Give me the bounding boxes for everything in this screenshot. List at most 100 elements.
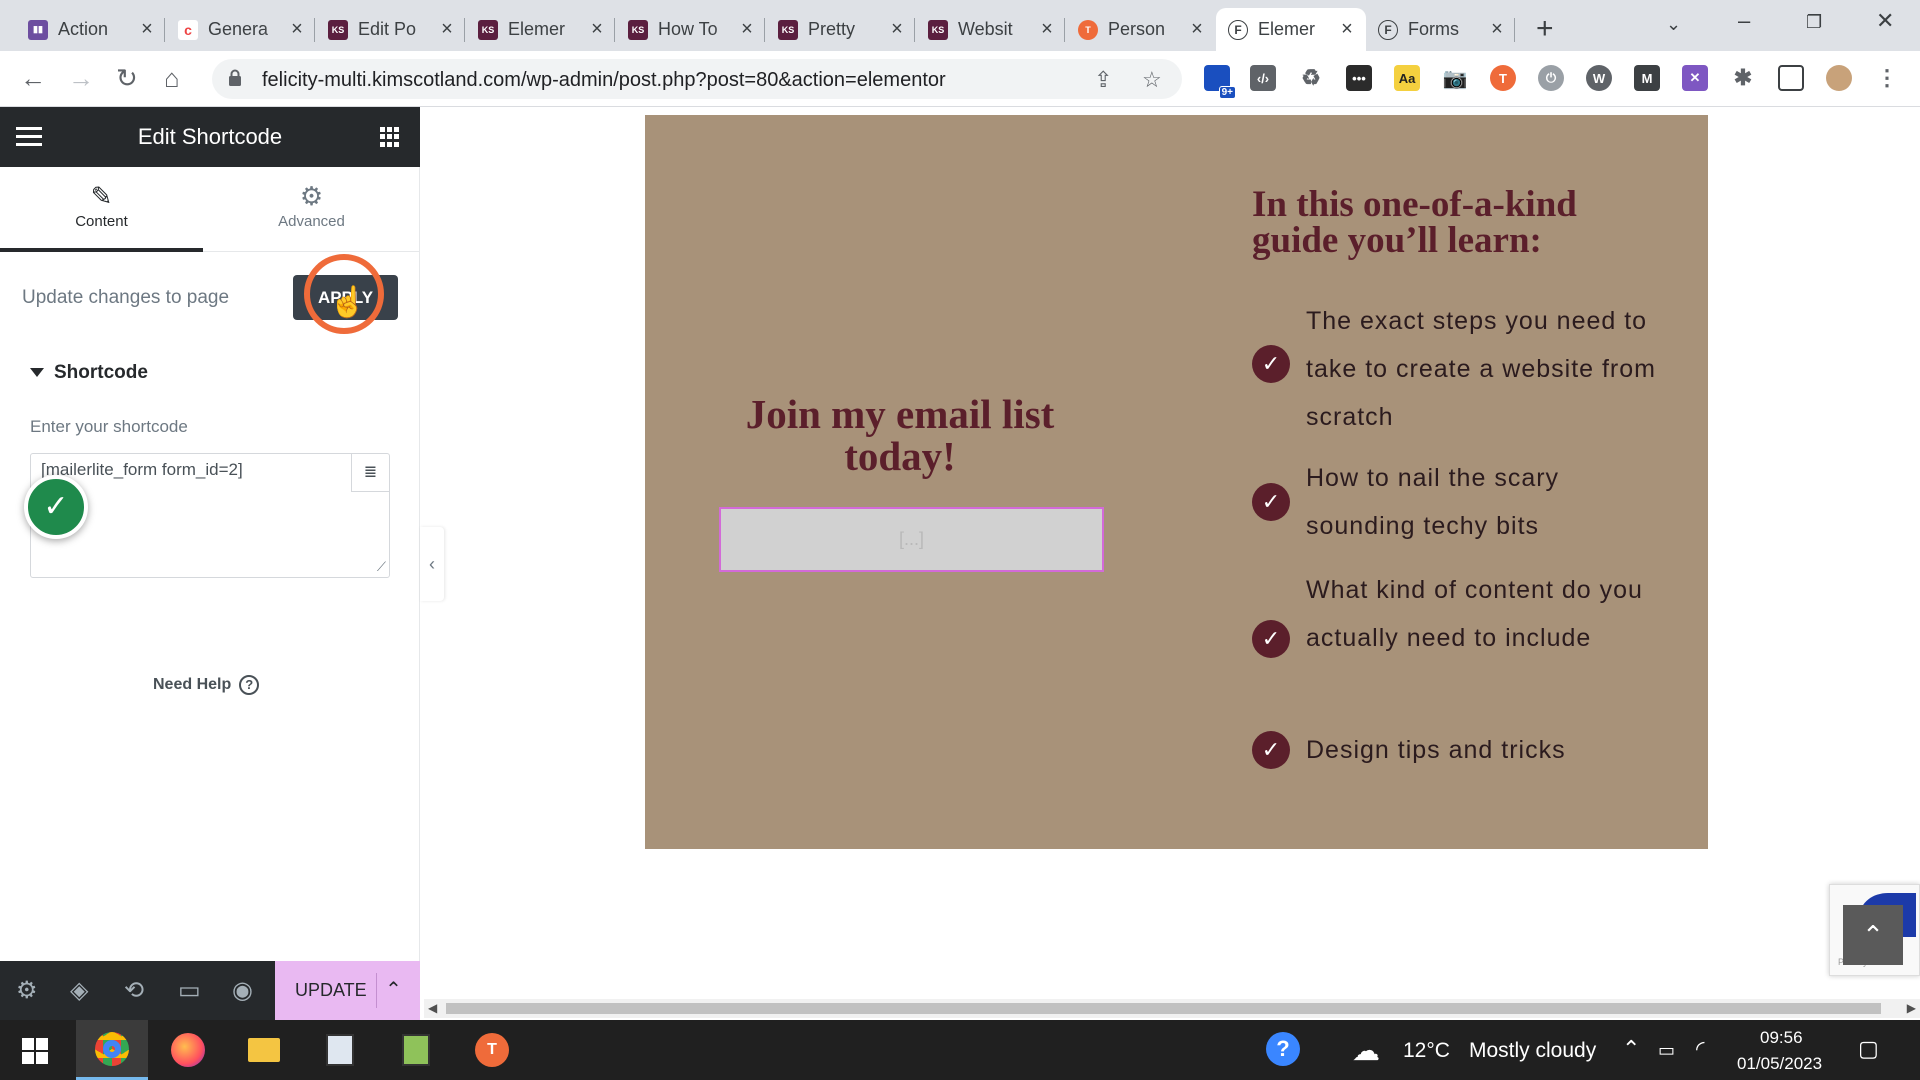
tab-content[interactable]: ✎ Content: [0, 167, 203, 252]
weather-temperature[interactable]: 12°C: [1403, 1039, 1450, 1063]
browser-tab[interactable]: KS How To ×: [616, 8, 766, 51]
wifi-icon[interactable]: ◜: [1696, 1036, 1705, 1062]
close-tab-icon[interactable]: ×: [438, 18, 456, 41]
learn-heading: In this one-of-a-kind guide you’ll learn…: [1252, 184, 1577, 261]
history-icon[interactable]: ⟲: [124, 976, 144, 1005]
browser-tab[interactable]: KS Pretty ×: [766, 8, 916, 51]
browser-tab[interactable]: c Genera ×: [166, 8, 316, 51]
url-text[interactable]: felicity-multi.kimscotland.com/wp-admin/…: [262, 69, 946, 92]
browser-menu-icon[interactable]: ⋮: [1874, 65, 1900, 91]
address-bar[interactable]: felicity-multi.kimscotland.com/wp-admin/…: [212, 59, 1182, 99]
update-button[interactable]: UPDATE ⌃: [275, 961, 420, 1020]
close-tab-icon[interactable]: ×: [1038, 18, 1056, 41]
toggl-taskbar-icon[interactable]: T: [456, 1020, 528, 1080]
panel-title: Edit Shortcode: [137, 124, 283, 149]
firefox-taskbar-icon[interactable]: [152, 1020, 224, 1080]
check-circle-icon: ✓: [1252, 731, 1290, 769]
close-tab-icon[interactable]: ×: [588, 18, 606, 41]
close-tab-icon[interactable]: ×: [138, 18, 156, 41]
snipping-tool-icon[interactable]: [304, 1020, 376, 1080]
home-icon[interactable]: ⌂: [164, 63, 180, 94]
hand-cursor-icon: ☝: [329, 286, 367, 319]
m-extension-icon[interactable]: M: [1634, 65, 1660, 91]
share-icon[interactable]: ⇪: [1094, 67, 1112, 93]
navigator-layers-icon[interactable]: ◈: [70, 976, 88, 1005]
weather-cloud-icon[interactable]: ☁: [1352, 1034, 1380, 1067]
preview-eye-icon[interactable]: ◉: [232, 976, 253, 1005]
ks-icon: KS: [478, 19, 498, 40]
profile-avatar-icon[interactable]: [1826, 65, 1852, 91]
collapse-panel-icon[interactable]: ‹: [420, 527, 444, 601]
chrome-taskbar-icon[interactable]: [76, 1020, 148, 1080]
clock-date[interactable]: 01/05/2023: [1737, 1054, 1822, 1074]
responsive-mode-icon[interactable]: ▭: [178, 976, 201, 1005]
browser-tab[interactable]: T Person ×: [1066, 8, 1216, 51]
battery-icon[interactable]: ▭: [1658, 1040, 1675, 1061]
scrollbar-thumb[interactable]: [446, 1003, 1881, 1014]
chevron-up-icon[interactable]: ⌃: [376, 973, 410, 1008]
weather-description[interactable]: Mostly cloudy: [1469, 1039, 1596, 1063]
wordpress-extension-icon[interactable]: W: [1586, 65, 1612, 91]
tab-search-icon[interactable]: ⌄: [1666, 14, 1681, 35]
need-help-link[interactable]: Need Help?: [153, 675, 260, 695]
chevron-up-icon[interactable]: ⌃: [1622, 1036, 1640, 1062]
dynamic-tags-icon[interactable]: ≣: [351, 454, 389, 492]
clock-time[interactable]: 09:56: [1760, 1028, 1803, 1048]
resize-handle-icon[interactable]: ⟋: [377, 559, 386, 575]
close-tab-icon[interactable]: ×: [1338, 18, 1356, 41]
shortcode-widget[interactable]: [...]: [719, 507, 1104, 572]
dots-extension-icon[interactable]: •••: [1346, 65, 1372, 91]
toggl-extension-icon[interactable]: T: [1490, 65, 1516, 91]
recycle-extension-icon[interactable]: ♻: [1298, 65, 1324, 91]
browser-tab[interactable]: KS Edit Po ×: [316, 8, 466, 51]
settings-gear-icon[interactable]: ⚙: [16, 976, 38, 1005]
back-icon[interactable]: ←: [20, 63, 46, 94]
x-extension-icon[interactable]: ✕: [1682, 65, 1708, 91]
close-tab-icon[interactable]: ×: [738, 18, 756, 41]
file-explorer-icon[interactable]: [228, 1020, 300, 1080]
bookmark-star-icon[interactable]: ☆: [1142, 67, 1162, 93]
power-extension-icon[interactable]: ⏻: [1538, 65, 1564, 91]
close-tab-icon[interactable]: ×: [1488, 18, 1506, 41]
close-tab-icon[interactable]: ×: [888, 18, 906, 41]
restore-icon[interactable]: ❐: [1806, 12, 1822, 33]
help-question-icon[interactable]: ?: [1266, 1032, 1300, 1066]
preview-section[interactable]: Join my email list today! [...] In this …: [645, 115, 1708, 849]
close-window-icon[interactable]: ✕: [1876, 8, 1894, 34]
browser-tab[interactable]: F Forms ×: [1366, 8, 1516, 51]
puzzle-extensions-icon[interactable]: ✱: [1730, 65, 1756, 91]
list-item: ✓ The exact steps you need to take to cr…: [1252, 297, 1672, 441]
panel-header: Edit Shortcode: [0, 107, 420, 167]
section-toggle-shortcode[interactable]: Shortcode: [30, 362, 148, 384]
scroll-to-top-button[interactable]: ⌃: [1843, 905, 1903, 965]
close-tab-icon[interactable]: ×: [1188, 18, 1206, 41]
checkmark-icon: ✓: [24, 475, 88, 539]
scroll-left-icon[interactable]: ◀: [428, 1001, 437, 1015]
join-heading: Join my email list today!: [745, 391, 1055, 479]
browser-tab-strip: ▮▮ Action × c Genera × KS Edit Po × KS E…: [0, 0, 1920, 51]
horizontal-scrollbar[interactable]: ◀ ▶: [424, 999, 1920, 1018]
reload-icon[interactable]: ↻: [116, 63, 138, 94]
browser-tab[interactable]: KS Websit ×: [916, 8, 1066, 51]
notepad-icon[interactable]: [380, 1020, 452, 1080]
code-extension-icon[interactable]: ‹/›: [1250, 65, 1276, 91]
browser-tab-active[interactable]: F Elemer ×: [1216, 8, 1366, 51]
notifications-icon[interactable]: ▢: [1858, 1036, 1879, 1062]
new-tab-button[interactable]: +: [1536, 12, 1554, 46]
elementor-panel: Edit Shortcode ✎ Content ⚙ Advanced Upda…: [0, 107, 420, 1020]
windows-start-icon[interactable]: [22, 1038, 48, 1064]
extension-badge-icon[interactable]: 9+: [1204, 65, 1236, 99]
shortcode-value[interactable]: [mailerlite_form form_id=2]: [41, 460, 243, 480]
scroll-right-icon[interactable]: ▶: [1907, 1001, 1916, 1015]
question-icon: ?: [239, 675, 260, 695]
camera-extension-icon[interactable]: 📷: [1442, 65, 1468, 91]
font-extension-icon[interactable]: Aa: [1394, 65, 1420, 91]
minimize-icon[interactable]: –: [1738, 8, 1750, 34]
close-tab-icon[interactable]: ×: [288, 18, 306, 41]
side-panel-icon[interactable]: [1778, 65, 1804, 91]
browser-tab[interactable]: ▮▮ Action ×: [16, 8, 166, 51]
forward-icon[interactable]: →: [68, 63, 94, 94]
tab-advanced[interactable]: ⚙ Advanced: [210, 167, 413, 252]
widgets-grid-icon[interactable]: [380, 127, 400, 147]
browser-tab[interactable]: KS Elemer ×: [466, 8, 616, 51]
